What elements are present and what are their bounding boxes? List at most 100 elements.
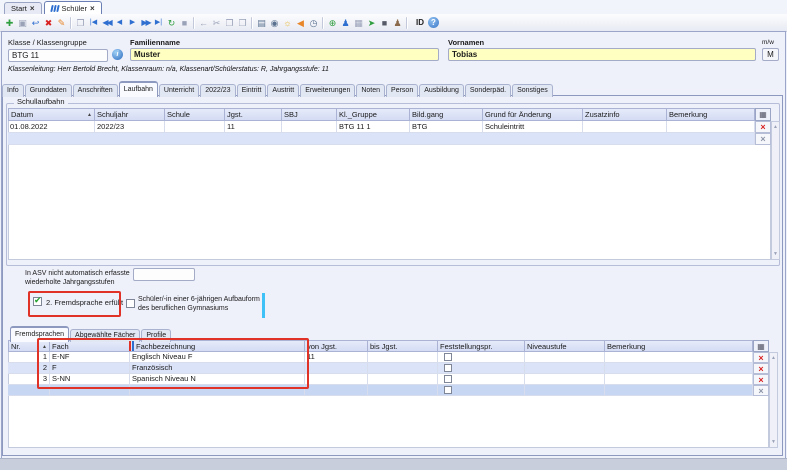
col-header-kl-gruppe[interactable]: Kl._Gruppe — [337, 108, 410, 121]
delete-row-button[interactable]: × — [753, 363, 769, 374]
tab-ausbildung[interactable]: Ausbildung — [419, 84, 464, 97]
scroll-down-icon[interactable]: ▼ — [770, 439, 777, 445]
col-header-bis-jgst[interactable]: bis Jgst. — [368, 340, 438, 352]
feststellungspr-checkbox[interactable] — [444, 375, 452, 383]
klasse-input[interactable]: BTG 11 — [8, 49, 108, 62]
geschlecht-input[interactable]: M — [762, 48, 779, 61]
cell-bis-jgst — [368, 374, 438, 385]
fremdsprache-row[interactable]: 2 F Französisch × — [8, 363, 769, 374]
delete-record-icon[interactable]: ✖ — [42, 16, 55, 30]
records-icon[interactable]: ■ — [378, 16, 391, 30]
fremdsprachen-scrollbar[interactable]: ▲ ▼ — [769, 352, 778, 448]
col-header-schuljahr[interactable]: Schuljahr — [95, 108, 165, 121]
close-tab-icon[interactable]: × — [90, 4, 95, 13]
next-record-icon[interactable]: ▶ — [126, 16, 139, 30]
col-header-schule[interactable]: Schule — [165, 108, 225, 121]
print-icon[interactable]: ▤ — [255, 16, 268, 30]
col-header-feststellungspr[interactable]: Feststellungspr. — [438, 340, 525, 352]
back-arrow-icon[interactable]: ← — [197, 16, 210, 30]
first-record-icon[interactable]: |◀ — [87, 16, 100, 30]
tab-laufbahn[interactable]: Laufbahn — [119, 81, 158, 97]
tab-grunddaten[interactable]: Grunddaten — [25, 84, 72, 97]
new-record-icon[interactable]: ✚ — [3, 16, 16, 30]
delete-row-button[interactable]: × — [753, 374, 769, 385]
undo-icon[interactable]: ↩ — [29, 16, 42, 30]
tab-anschriften[interactable]: Anschriften — [73, 84, 118, 97]
hint-icon[interactable]: ☼ — [281, 16, 294, 30]
grid-icon[interactable]: ▦ — [352, 16, 365, 30]
column-config-button[interactable]: ▦ — [753, 340, 769, 352]
col-header-sbj[interactable]: SBJ — [282, 108, 337, 121]
col-header-jgst[interactable]: Jgst. — [225, 108, 282, 121]
tab-sonderpaed[interactable]: Sonderpäd. — [465, 84, 511, 97]
student-icon[interactable]: ♟ — [339, 16, 352, 30]
person-lock-icon[interactable]: ♟ — [391, 16, 404, 30]
refresh-icon[interactable]: ↻ — [165, 16, 178, 30]
vornamen-input[interactable]: Tobias — [448, 48, 756, 61]
save-icon[interactable]: ▣ — [16, 16, 29, 30]
fremdsprache-row[interactable]: 1 E-NF Englisch Niveau F 11 × — [8, 352, 769, 363]
tab-person[interactable]: Person — [386, 84, 418, 97]
last-record-icon[interactable]: ▶| — [152, 16, 165, 30]
scroll-down-icon[interactable]: ▼ — [772, 251, 779, 257]
prev-record-icon[interactable]: ◀ — [113, 16, 126, 30]
tab-info[interactable]: Info — [2, 84, 24, 97]
schullaufbahn-empty-row[interactable]: × — [8, 133, 771, 145]
info-icon[interactable]: i — [112, 49, 123, 60]
toolbar-separator — [322, 17, 324, 29]
edit-record-icon[interactable]: ✎ — [55, 16, 68, 30]
alert-icon[interactable]: ◀ — [294, 16, 307, 30]
scroll-up-icon[interactable]: ▲ — [770, 355, 777, 361]
col-header-bildgang[interactable]: Bild.gang — [410, 108, 483, 121]
next-fast-icon[interactable]: ▶▶ — [139, 16, 152, 30]
col-header-von-jgst[interactable]: von Jgst. — [305, 340, 368, 352]
copy-record-icon[interactable]: ❐ — [74, 16, 87, 30]
col-header-bemerkung2[interactable]: Bemerkung — [605, 340, 753, 352]
tab-fremdsprachen[interactable]: Fremdsprachen — [10, 326, 69, 342]
tab-erweiterungen[interactable]: Erweiterungen — [300, 84, 355, 97]
tab-sonstiges[interactable]: Sonstiges — [512, 84, 553, 97]
column-config-button[interactable]: ▦ — [755, 108, 771, 121]
tab-noten[interactable]: Noten — [356, 84, 385, 97]
col-header-bemerkung[interactable]: Bemerkung — [667, 108, 755, 121]
prev-fast-icon[interactable]: ◀◀ — [100, 16, 113, 30]
preview-icon[interactable]: ◉ — [268, 16, 281, 30]
help-icon[interactable]: ? — [428, 17, 439, 28]
globe-add-icon[interactable]: ⊕ — [326, 16, 339, 30]
fremdsprache-empty-row[interactable]: × — [8, 385, 769, 396]
stop-icon[interactable]: ■ — [178, 16, 191, 30]
cut-icon[interactable]: ✂ — [210, 16, 223, 30]
col-header-datum[interactable]: Datum▲ — [8, 108, 95, 121]
wiederholte-label-line2: wiederholte Jahrgangsstufen — [25, 278, 115, 287]
delete-row-button-disabled[interactable]: × — [753, 385, 769, 396]
col-header-grund[interactable]: Grund für Änderung — [483, 108, 583, 121]
window-tab-schueler[interactable]: Schüler × — [44, 1, 102, 14]
scroll-up-icon[interactable]: ▲ — [772, 124, 779, 130]
clock-icon[interactable]: ◷ — [307, 16, 320, 30]
schullaufbahn-scrollbar[interactable]: ▲ ▼ — [771, 121, 780, 260]
col-header-zusatzinfo[interactable]: Zusatzinfo — [583, 108, 667, 121]
feststellungspr-checkbox[interactable] — [444, 353, 452, 361]
tab-profile[interactable]: Profile — [141, 329, 171, 342]
close-tab-icon[interactable]: × — [30, 4, 35, 13]
feststellungspr-checkbox[interactable] — [444, 364, 452, 372]
tab-austritt[interactable]: Austritt — [267, 84, 299, 97]
delete-row-button[interactable]: × — [753, 352, 769, 363]
folder-export-icon[interactable]: ➤ — [365, 16, 378, 30]
copy-icon[interactable]: ❐ — [223, 16, 236, 30]
tab-unterricht[interactable]: Unterricht — [159, 84, 199, 97]
delete-row-button-disabled[interactable]: × — [755, 133, 771, 145]
aufbauform-checkbox[interactable] — [126, 299, 135, 308]
feststellungspr-checkbox[interactable] — [444, 386, 452, 394]
col-header-niveaustufe[interactable]: Niveaustufe — [525, 340, 605, 352]
fremdsprache-checkbox[interactable]: ✔ — [33, 297, 42, 306]
wiederholte-input[interactable] — [133, 268, 195, 281]
familienname-input[interactable]: Muster — [130, 48, 439, 61]
schullaufbahn-row[interactable]: 01.08.2022 2022/23 11 BTG 11 1 BTG Schul… — [8, 121, 771, 133]
tab-schuljahr[interactable]: 2022/23 — [200, 84, 235, 97]
delete-row-button[interactable]: × — [755, 121, 771, 133]
tab-eintritt[interactable]: Eintritt — [237, 84, 267, 97]
paste-icon[interactable]: ❒ — [236, 16, 249, 30]
fremdsprache-row[interactable]: 3 S-NN Spanisch Niveau N × — [8, 374, 769, 385]
window-tab-start[interactable]: Start × — [4, 2, 42, 14]
